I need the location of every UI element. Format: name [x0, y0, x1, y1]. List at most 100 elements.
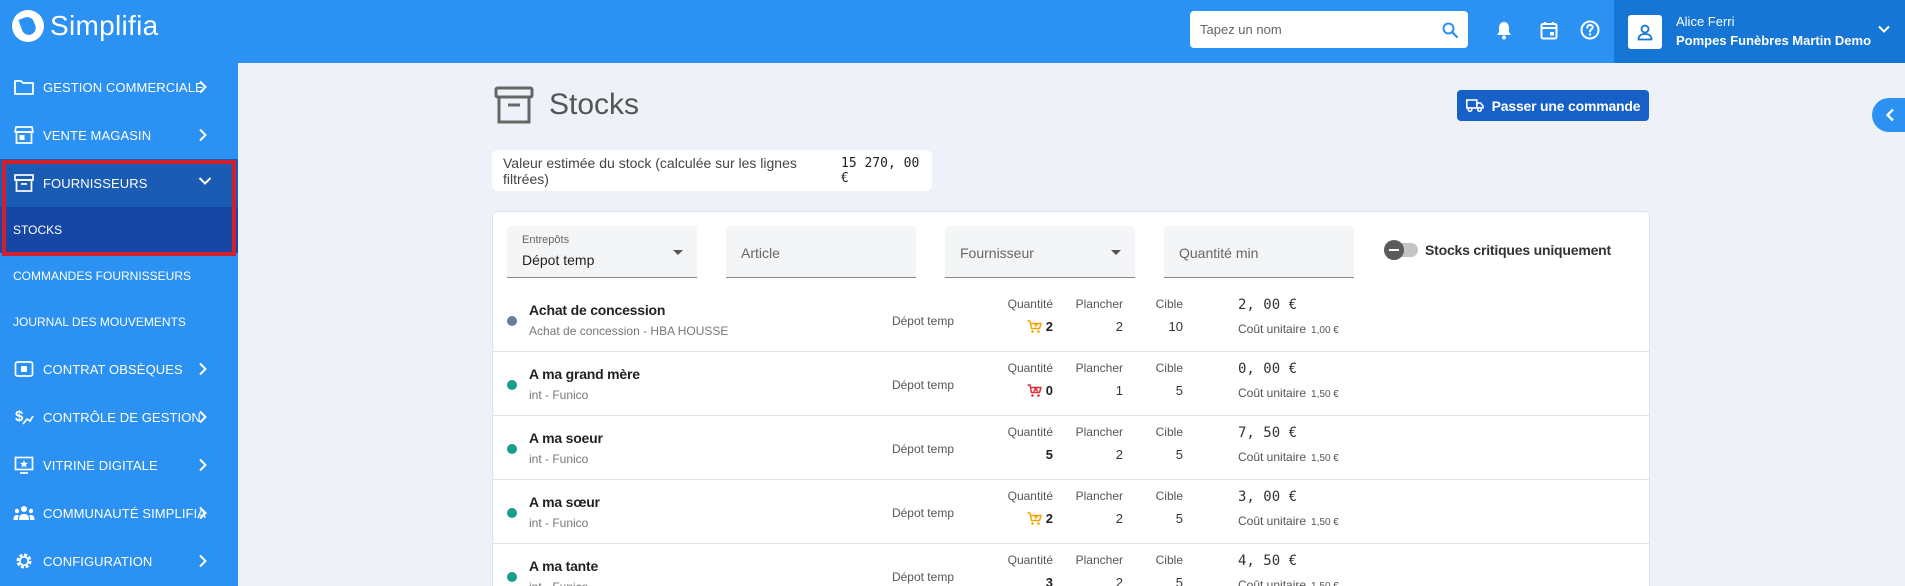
- simplifia-logo-icon: [12, 10, 44, 42]
- article-depot: Dépot temp: [891, 570, 954, 584]
- unit-cost-value: 1,50 €: [1311, 453, 1339, 464]
- target-value: 5: [1175, 575, 1183, 586]
- archive-icon: [494, 86, 534, 124]
- place-order-button[interactable]: Passer une commande: [1457, 90, 1649, 121]
- target-label: Cible: [1155, 297, 1183, 311]
- screen-star-icon: [13, 454, 35, 476]
- sidebar-item-contrat-obseques[interactable]: Contrat obsèques: [0, 345, 238, 393]
- notifications-button[interactable]: [1492, 18, 1516, 42]
- table-row[interactable]: A ma sœur int - Funico Dépot temp Quantité 2…: [493, 480, 1649, 544]
- user-menu[interactable]: Alice Ferri Pompes Funèbres Martin Demo: [1614, 0, 1905, 63]
- article-supplier: Achat de concession - HBA HOUSSE: [529, 324, 729, 338]
- avatar: [1628, 14, 1662, 49]
- caret-down-icon: [673, 250, 683, 255]
- sidebar-subitem-journal-mouvements[interactable]: Journal des mouvements: [0, 299, 238, 345]
- user-name: Alice Ferri: [1676, 13, 1735, 29]
- gear-icon: [13, 550, 35, 572]
- quantity-number: 0: [1045, 383, 1053, 398]
- archive-icon: [13, 172, 35, 194]
- quantity-value: 2: [973, 319, 1053, 334]
- quantity-label: Quantité: [1007, 489, 1053, 503]
- status-dot: [507, 572, 517, 582]
- place-order-label: Passer une commande: [1491, 97, 1641, 114]
- table-row[interactable]: A ma tante int - Funico Dépot temp Quantité…: [493, 544, 1649, 586]
- target-label: Cible: [1155, 553, 1183, 567]
- search-button[interactable]: [1432, 11, 1468, 48]
- critical-stock-toggle[interactable]: Stocks critiques uniquement: [1384, 240, 1611, 260]
- table-row[interactable]: A ma soeur int - Funico Dépot temp Quantité…: [493, 416, 1649, 480]
- sidebar-item-vitrine-digitale[interactable]: Vitrine digitale: [0, 441, 238, 489]
- article-supplier: int - Funico: [529, 580, 588, 586]
- supplier-select[interactable]: Fournisseur: [945, 226, 1135, 278]
- sidebar-item-configuration[interactable]: Configuration: [0, 537, 238, 585]
- user-info: Alice Ferri Pompes Funèbres Martin Demo: [1676, 13, 1871, 51]
- chevron-down-icon: [198, 177, 212, 185]
- floor-label: Plancher: [1075, 361, 1123, 375]
- sidebar-subitem-stocks[interactable]: Stocks: [0, 207, 238, 253]
- quantity-value: 5: [973, 447, 1053, 462]
- quantity-min-field[interactable]: Quantité min: [1164, 226, 1354, 278]
- toggle-switch[interactable]: [1384, 240, 1418, 260]
- floor-value: 1: [1115, 383, 1123, 398]
- caret-down-icon: [1111, 250, 1121, 255]
- unit-cost: Coût unitaire 1,50 €: [1238, 578, 1339, 586]
- brand-name: Simplifia: [50, 10, 159, 41]
- unit-cost-value: 1,50 €: [1311, 517, 1339, 528]
- cart-orange-icon: [1027, 319, 1042, 333]
- help-icon: [1580, 20, 1600, 40]
- quantity-number: 5: [1045, 447, 1053, 462]
- sidebar-item-communaute-simplifia[interactable]: Communauté Simplifia: [0, 489, 238, 537]
- stock-value-card: Valeur estimée du stock (calculée sur le…: [492, 150, 932, 191]
- chevron-left-icon: [1885, 108, 1894, 122]
- calendar-button[interactable]: [1537, 18, 1561, 42]
- article-depot: Dépot temp: [891, 314, 954, 328]
- target-value: 10: [1168, 319, 1183, 334]
- stock-row-value: 3, 00 €: [1238, 489, 1298, 505]
- panel-toggle-button[interactable]: [1872, 98, 1905, 132]
- quantity-label: Quantité: [1007, 297, 1053, 311]
- sidebar-item-fournisseurs[interactable]: Fournisseurs: [0, 159, 238, 207]
- calendar-icon: [1540, 21, 1558, 39]
- quantity-number: 2: [1045, 511, 1053, 526]
- floor-label: Plancher: [1075, 489, 1123, 503]
- article-name: A ma grand mère: [529, 366, 640, 382]
- unit-cost-label: Coût unitaire: [1238, 322, 1307, 336]
- article-placeholder: Article: [741, 245, 780, 261]
- search-input[interactable]: [1190, 11, 1432, 48]
- chevron-right-icon: [199, 554, 207, 568]
- quantity-number: 3: [1045, 575, 1053, 586]
- unit-cost: Coût unitaire 1,50 €: [1238, 450, 1339, 464]
- cart-red-icon: [1027, 383, 1042, 397]
- warehouse-label: Entrepôts: [522, 234, 570, 246]
- article-field[interactable]: Article: [726, 226, 916, 278]
- svg-text:$: $: [15, 408, 24, 425]
- table-row[interactable]: A ma grand mère int - Funico Dépot temp Qua…: [493, 352, 1649, 416]
- help-button[interactable]: [1578, 18, 1602, 42]
- people-icon: [13, 502, 35, 524]
- status-dot: [507, 444, 517, 454]
- quantity-value: 2: [973, 511, 1053, 526]
- page-title: Stocks: [549, 88, 640, 121]
- status-dot: [507, 380, 517, 390]
- chevron-right-icon: [199, 410, 207, 424]
- unit-cost-label: Coût unitaire: [1238, 578, 1307, 586]
- stock-value-amount: 15 270, 00 €: [841, 155, 920, 186]
- top-bar: Simplifia Alice Ferri Pompes Funèbres Ma…: [0, 0, 1905, 63]
- sidebar-item-vente-magasin[interactable]: Vente magasin: [0, 111, 238, 159]
- unit-cost: Coût unitaire 1,50 €: [1238, 514, 1339, 528]
- bell-icon: [1497, 22, 1511, 40]
- quantity-label: Quantité: [1007, 553, 1053, 567]
- status-dot: [507, 508, 517, 518]
- sidebar-item-gestion-commerciale[interactable]: Gestion commerciale: [0, 63, 238, 111]
- quantity-label: Quantité: [1007, 361, 1053, 375]
- sidebar-item-controle-de-gestion[interactable]: $ Contrôle de gestion: [0, 393, 238, 441]
- sidebar-item-label: Vitrine digitale: [43, 457, 158, 473]
- brand-logo[interactable]: Simplifia: [12, 10, 159, 42]
- sidebar-subitem-commandes-fournisseurs[interactable]: Commandes fournisseurs: [0, 253, 238, 299]
- table-row[interactable]: Achat de concession Achat de concession -…: [493, 288, 1649, 352]
- sidebar-item-label: Contrôle de gestion: [43, 409, 201, 425]
- unit-cost: Coût unitaire 1,50 €: [1238, 386, 1339, 400]
- warehouse-select[interactable]: Entrepôts Dépot temp: [507, 226, 697, 278]
- target-value: 5: [1175, 511, 1183, 526]
- floor-label: Plancher: [1075, 553, 1123, 567]
